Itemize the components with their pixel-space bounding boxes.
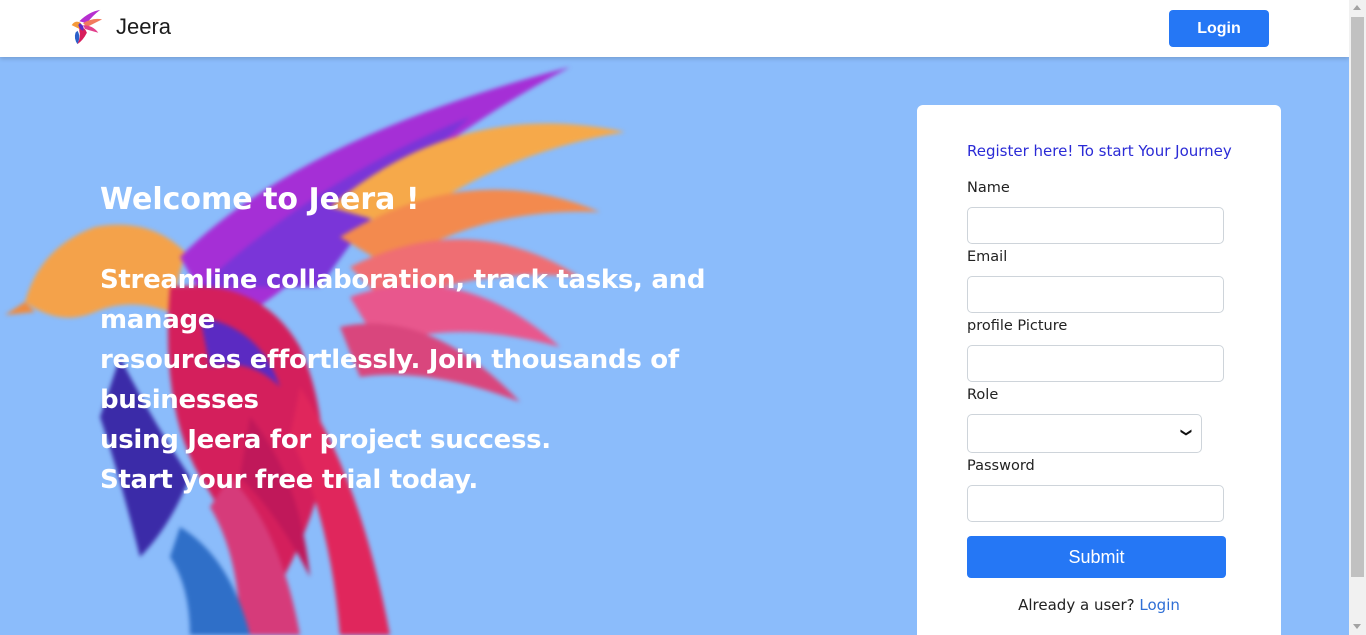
registration-heading: Register here! To start Your Journey — [967, 142, 1232, 160]
hero-description: Streamline collaboration, track tasks, a… — [100, 260, 820, 500]
scroll-up-arrow-icon[interactable] — [1353, 5, 1361, 10]
role-select[interactable]: ❯ — [967, 414, 1202, 453]
email-label: Email — [967, 249, 1008, 265]
chevron-down-icon: ❯ — [1179, 427, 1193, 438]
email-field[interactable] — [967, 276, 1224, 313]
submit-button[interactable]: Submit — [967, 536, 1226, 578]
profile-picture-field[interactable] — [967, 345, 1224, 382]
already-user-text: Already a user? Login — [917, 596, 1281, 614]
hero-description-line: using Jeera for project success. — [100, 425, 551, 455]
registration-card: Register here! To start Your Journey Nam… — [917, 105, 1281, 635]
password-label: Password — [967, 458, 1035, 474]
hero-description-line: Streamline collaboration, track tasks, a… — [100, 265, 706, 335]
top-navbar: Jeera Login — [0, 0, 1349, 57]
hero-title: Welcome to Jeera ! — [100, 182, 420, 217]
profile-picture-label: profile Picture — [967, 318, 1068, 334]
hero-description-line: Start your free trial today. — [100, 465, 479, 495]
brand[interactable]: Jeera — [66, 8, 171, 46]
login-link[interactable]: Login — [1139, 596, 1179, 614]
hero-text: Welcome to Jeera ! Streamline collaborat… — [100, 178, 820, 500]
scrollbar-thumb[interactable] — [1351, 17, 1364, 577]
scroll-down-arrow-icon[interactable] — [1353, 624, 1361, 629]
role-label: Role — [967, 387, 999, 403]
brand-name: Jeera — [116, 14, 172, 39]
password-field[interactable] — [967, 485, 1224, 522]
hero-description-line: resources effortlessly. Join thousands o… — [100, 345, 679, 415]
name-field[interactable] — [967, 207, 1224, 244]
login-button[interactable]: Login — [1169, 10, 1269, 47]
bird-logo-icon — [71, 9, 103, 45]
already-user-label: Already a user? — [1018, 596, 1135, 614]
name-label: Name — [967, 180, 1010, 196]
vertical-scrollbar[interactable] — [1349, 0, 1366, 635]
